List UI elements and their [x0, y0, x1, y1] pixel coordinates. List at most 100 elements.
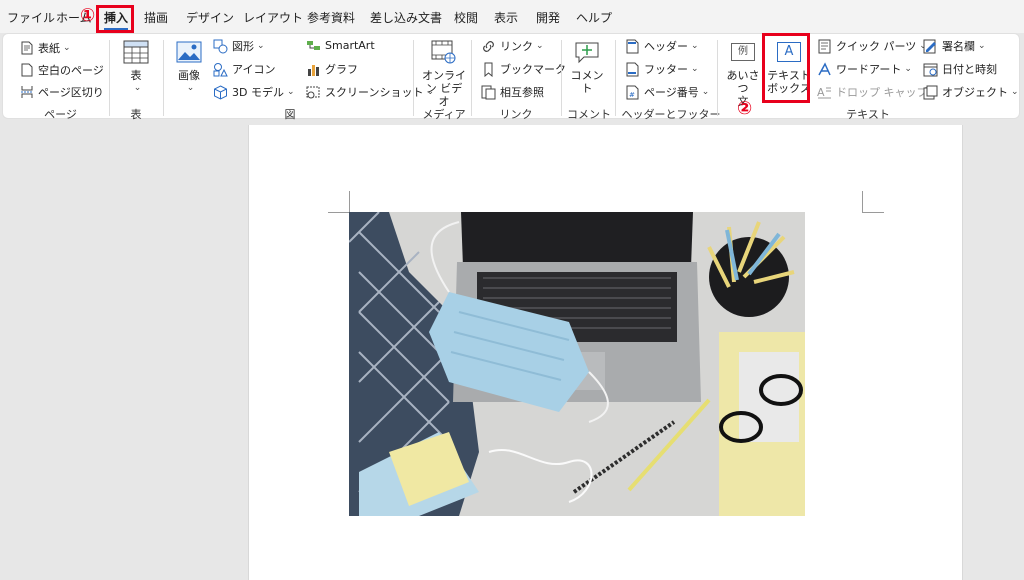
- table-button[interactable]: 表 ⌄: [119, 38, 153, 95]
- chevron-down-icon: ⌄: [63, 43, 71, 53]
- chevron-down-icon: ⌄: [536, 41, 544, 51]
- group-label-table: 表: [130, 108, 142, 121]
- ribbon-tab-bar: ファイル ホーム 挿入 描画 デザイン レイアウト 参考資料 差し込み文書 校閲…: [0, 0, 1024, 33]
- table-icon: [122, 38, 150, 66]
- calendar-icon: [923, 62, 938, 77]
- separator: [717, 40, 718, 116]
- step-1-marker: ①: [80, 5, 96, 26]
- separator: [471, 40, 472, 116]
- tab-layout[interactable]: レイアウト: [243, 9, 303, 26]
- chevron-down-icon: ⌄: [286, 87, 295, 97]
- signature-icon: [923, 39, 938, 54]
- footer-button[interactable]: フッター ⌄: [625, 61, 699, 77]
- wordart-button[interactable]: ワードアート ⌄: [817, 61, 912, 77]
- group-label-text: テキスト: [846, 108, 890, 121]
- online-video-button[interactable]: オンライ ン ビデオ: [421, 38, 467, 108]
- desk-photo-image: [349, 212, 805, 516]
- group-label-comments: コメント: [567, 108, 611, 121]
- separator: [163, 40, 164, 116]
- online-video-icon: [430, 38, 458, 66]
- drop-cap-icon: A: [817, 85, 832, 100]
- tab-draw[interactable]: 描画: [144, 9, 168, 26]
- shapes-button[interactable]: 図形 ⌄: [213, 38, 265, 54]
- step-2-marker: ②: [737, 98, 753, 119]
- tab-review[interactable]: 校閲: [454, 9, 478, 26]
- header-icon: [625, 39, 640, 54]
- link-button[interactable]: リンク ⌄: [481, 38, 544, 54]
- tab-help[interactable]: ヘルプ: [576, 9, 612, 26]
- group-label-media: メディア: [422, 108, 466, 121]
- chevron-down-icon: ⌄: [691, 64, 699, 74]
- quick-parts-icon: [817, 39, 832, 54]
- picture-icon: [175, 38, 203, 66]
- chart-button[interactable]: グラフ: [306, 61, 358, 77]
- tab-view[interactable]: 表示: [494, 9, 518, 26]
- page-number-button[interactable]: # ページ番号 ⌄: [625, 84, 709, 100]
- comment-button[interactable]: コメント: [567, 38, 607, 95]
- ribbon: 表紙 ⌄ 空白のページ ページ区切り ページ 表 ⌄ 表 画像 ⌄ 図形 ⌄ アイコ…: [2, 33, 1020, 121]
- inserted-photo[interactable]: [349, 212, 805, 516]
- tab-design[interactable]: デザイン: [186, 9, 234, 26]
- cover-page-button[interactable]: 表紙 ⌄: [19, 40, 71, 56]
- group-label-illustrations: 図: [284, 108, 296, 121]
- greeting-icon: 例: [729, 38, 757, 66]
- separator: [109, 40, 110, 116]
- 3d-models-button[interactable]: 3D モデル ⌄: [213, 84, 295, 100]
- highlight-text-box-button: [762, 33, 810, 103]
- date-time-button[interactable]: 日付と時刻: [923, 61, 997, 77]
- separator: [615, 40, 616, 116]
- group-label-header-footer: ヘッダーとフッター: [621, 108, 721, 121]
- wordart-icon: [817, 61, 832, 77]
- bar-chart-icon: [306, 62, 321, 77]
- highlight-insert-tab: [96, 5, 134, 33]
- tab-mailings[interactable]: 差し込み文書: [370, 9, 442, 26]
- screenshot-button[interactable]: スクリーンショット ⌄: [306, 84, 434, 100]
- svg-text:A: A: [817, 86, 825, 99]
- group-label-links: リンク: [499, 108, 533, 121]
- chevron-down-icon: ⌄: [133, 83, 142, 93]
- page-break-icon: [19, 85, 34, 100]
- tab-file[interactable]: ファイル: [7, 9, 55, 26]
- chevron-down-icon: ⌄: [691, 41, 699, 51]
- cube-icon: [213, 84, 228, 100]
- screenshot-icon: [306, 85, 321, 100]
- cross-reference-button[interactable]: 相互参照: [481, 84, 544, 100]
- chevron-down-icon: ⌄: [186, 83, 195, 93]
- page-break-button[interactable]: ページ区切り: [19, 84, 104, 100]
- icons-button[interactable]: アイコン: [213, 61, 275, 77]
- bookmark-button[interactable]: ブックマーク: [481, 61, 566, 77]
- shapes-icon: [213, 39, 228, 54]
- chevron-down-icon: ⌄: [257, 41, 265, 51]
- blank-page-icon: [19, 63, 34, 78]
- page-number-icon: #: [625, 85, 640, 100]
- group-label-pages: ページ: [44, 108, 77, 121]
- margin-corner-top-left: [328, 191, 350, 213]
- object-icon: [923, 85, 938, 100]
- comment-icon: [573, 38, 601, 66]
- chevron-down-icon: ⌄: [701, 87, 710, 97]
- chevron-down-icon: ⌄: [978, 41, 986, 51]
- drop-cap-button[interactable]: A ドロップ キャップ⌄: [817, 84, 938, 100]
- cover-page-icon: [19, 41, 34, 56]
- header-button[interactable]: ヘッダー ⌄: [625, 38, 699, 54]
- icons-icon: [213, 62, 228, 77]
- link-icon: [481, 39, 496, 54]
- svg-text:#: #: [629, 91, 635, 99]
- blank-page-button[interactable]: 空白のページ: [19, 62, 104, 78]
- separator: [413, 40, 414, 116]
- smartart-button[interactable]: SmartArt: [306, 38, 375, 53]
- picture-button[interactable]: 画像 ⌄: [171, 38, 207, 95]
- object-button[interactable]: オブジェクト ⌄: [923, 84, 1019, 100]
- margin-corner-top-right: [862, 191, 884, 213]
- bookmark-icon: [481, 62, 496, 77]
- chevron-down-icon: ⌄: [904, 64, 912, 74]
- cross-reference-icon: [481, 85, 496, 100]
- tab-developer[interactable]: 開発: [536, 9, 560, 26]
- tab-references[interactable]: 参考資料: [307, 9, 355, 26]
- signature-line-button[interactable]: 署名欄 ⌄: [923, 38, 986, 54]
- separator: [561, 40, 562, 116]
- footer-icon: [625, 62, 640, 77]
- chevron-down-icon: ⌄: [1011, 87, 1019, 97]
- quick-parts-button[interactable]: クイック パーツ ⌄: [817, 38, 927, 54]
- smartart-icon: [306, 38, 321, 53]
